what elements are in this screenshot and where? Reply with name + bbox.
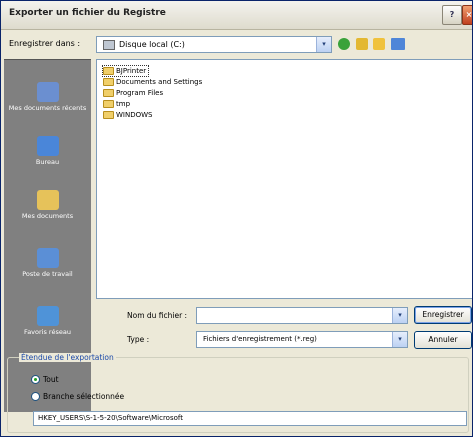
place-label: Bureau [35,158,60,166]
place-recent[interactable]: Mes documents récents [4,82,91,113]
list-item[interactable]: Program Files [103,88,165,98]
list-item[interactable]: tmp [103,99,132,109]
place-label: Mes documents récents [8,104,87,112]
save-in-value: Disque local (C:) [119,40,185,49]
view-menu-icon[interactable] [391,38,405,50]
type-label: Type : [127,335,150,344]
title-bar: Exporter un fichier du Registre ? × [1,1,472,30]
new-folder-icon[interactable] [373,38,385,50]
folder-icon [103,67,114,75]
window-title: Exporter un fichier du Registre [9,8,166,18]
filename-label: Nom du fichier : [127,311,188,320]
radio-all[interactable] [31,375,40,384]
type-value: Fichiers d'enregistrement (*.reg) [203,335,317,343]
file-list[interactable]: BJPrinter Documents and Settings Program… [96,59,472,299]
save-in-label: Enregistrer dans : [9,39,81,48]
my-documents-icon [36,190,59,210]
drive-icon [103,40,115,50]
desktop-icon [36,136,59,156]
folder-icon [103,78,114,86]
chevron-down-icon[interactable]: ▾ [316,37,331,52]
radio-branch-label[interactable]: Branche sélectionnée [43,392,124,401]
list-item[interactable]: WINDOWS [103,110,155,120]
save-in-combo[interactable]: Disque local (C:) ▾ [96,36,332,53]
chevron-down-icon[interactable]: ▾ [392,332,407,347]
place-label: Mes documents [21,212,74,220]
recent-documents-icon [36,82,59,102]
up-folder-icon[interactable] [356,38,368,50]
network-places-icon [36,306,59,326]
folder-icon [103,111,114,119]
close-button[interactable]: × [462,5,472,25]
place-my-documents[interactable]: Mes documents [4,190,91,221]
filename-input[interactable]: ▾ [196,307,408,324]
chevron-down-icon[interactable]: ▾ [392,308,407,323]
radio-selected-branch[interactable] [31,392,40,401]
type-select[interactable]: Fichiers d'enregistrement (*.reg) ▾ [196,331,408,348]
place-label: Favoris réseau [24,328,71,336]
cancel-button[interactable]: Annuler [414,331,472,349]
folder-icon [103,89,114,97]
help-button[interactable]: ? [442,5,462,25]
place-network[interactable]: Favoris réseau [4,306,91,337]
folder-icon [103,100,114,108]
list-item[interactable]: BJPrinter [101,65,150,77]
save-button[interactable]: Enregistrer [414,306,472,324]
my-computer-icon [36,248,59,268]
export-registry-dialog: Exporter un fichier du Registre ? × Enre… [0,0,473,437]
radio-all-label[interactable]: Tout [43,375,59,384]
back-icon[interactable] [338,38,350,50]
branch-path-input[interactable]: HKEY_USERS\S-1-5-20\Software\Microsoft [33,411,467,426]
place-label: Poste de travail [22,270,73,278]
list-item[interactable]: Documents and Settings [103,77,204,87]
place-my-computer[interactable]: Poste de travail [4,248,91,279]
export-range-title: Étendue de l'exportation [19,353,116,362]
place-desktop[interactable]: Bureau [4,136,91,167]
